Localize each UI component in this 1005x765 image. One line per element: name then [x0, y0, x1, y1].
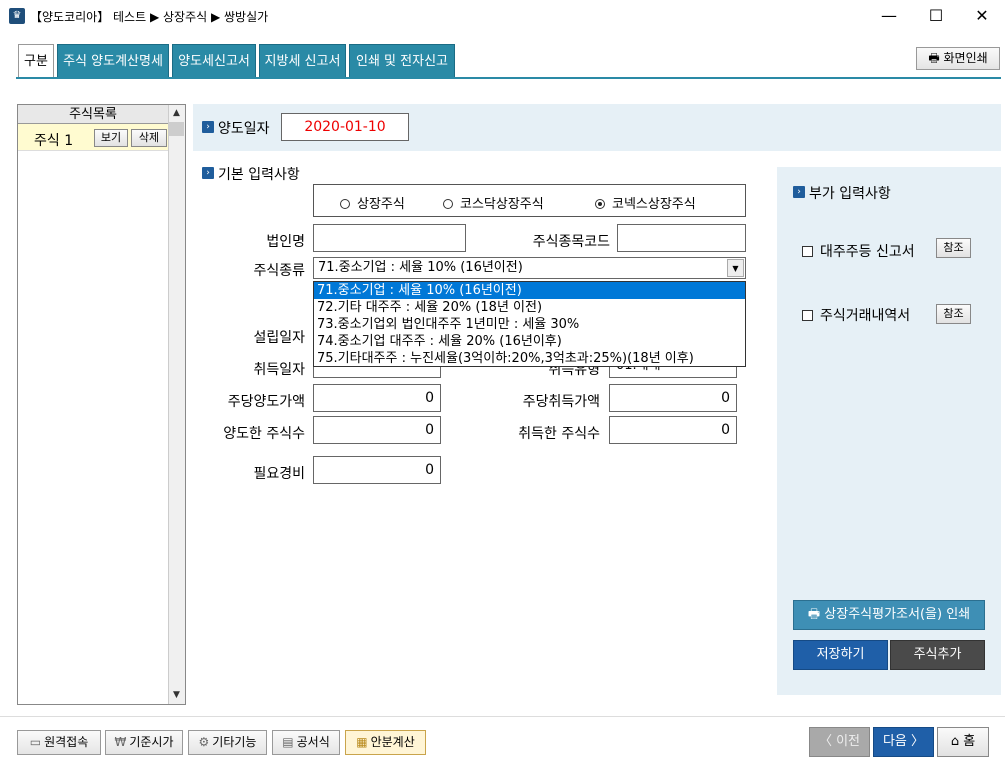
major-shareholder-checkbox[interactable]: 대주주등 신고서	[802, 241, 915, 261]
radio-listed-label: 상장주식	[357, 197, 405, 212]
printer-icon: 🖶	[928, 51, 944, 65]
radio-kosdaq[interactable]: 코스닥상장주식	[443, 193, 544, 212]
tab-stock-calc[interactable]: 주식 양도계산명세	[57, 44, 169, 78]
prorate-button[interactable]: ▦ 안분계산	[345, 730, 426, 755]
stock-item-label: 주식 1	[34, 133, 74, 149]
stock-list-panel	[17, 104, 186, 705]
stock-list-header: 주식목록	[18, 105, 168, 124]
gear-icon: ⚙	[198, 735, 210, 749]
window-title: 【양도코리아】 테스트 ▶ 상장주식 ▶ 쌍방실가	[30, 10, 269, 24]
dropdown-option[interactable]: 75.기타대주주 : 누진세율(3억이하:20%,3억초과:25%)(18년 이…	[314, 350, 745, 367]
prev-button[interactable]: 〈 이전	[809, 727, 870, 757]
scroll-thumb[interactable]	[169, 122, 184, 136]
shares-transferred-label: 양도한 주식수	[223, 426, 305, 442]
radio-icon	[340, 199, 350, 209]
section-arrow-icon: ›	[202, 121, 214, 133]
won-icon: ₩	[114, 735, 127, 749]
acquire-date-label: 취득일자	[253, 362, 305, 378]
print-screen-label: 화면인쇄	[943, 51, 988, 65]
stock-code-input[interactable]	[617, 224, 746, 252]
printer-icon: 🖶	[807, 607, 825, 622]
calculator-icon: ▦	[356, 735, 368, 749]
print-screen-button[interactable]: 🖶 화면인쇄	[916, 47, 1000, 70]
base-price-label: 기준시가	[129, 735, 174, 749]
additional-section-title: 부가 입력사항	[809, 186, 891, 202]
dropdown-option[interactable]: 71.중소기업 : 세율 10% (16년이전)	[314, 282, 745, 299]
home-button[interactable]: ⌂ 홈	[937, 727, 989, 757]
stock-code-label: 주식종목코드	[532, 234, 610, 250]
dropdown-option[interactable]: 74.중소기업 대주주 : 세율 20% (16년이후)	[314, 333, 745, 350]
tab-category[interactable]: 구분	[18, 44, 54, 78]
shares-acquired-input[interactable]: 0	[609, 416, 737, 444]
per-share-acquire-label: 주당취득가액	[522, 394, 600, 410]
shares-transferred-input[interactable]: 0	[313, 416, 441, 444]
per-share-transfer-label: 주당양도가액	[227, 394, 305, 410]
section-arrow-icon: ›	[793, 186, 805, 198]
close-button[interactable]: ✕	[959, 0, 1005, 32]
ref-button[interactable]: 참조	[936, 304, 971, 324]
prorate-label: 안분계산	[370, 735, 415, 749]
per-share-acquire-input[interactable]: 0	[609, 384, 737, 412]
scrollbar[interactable]	[168, 105, 185, 704]
radio-kosdaq-label: 코스닥상장주식	[460, 197, 544, 212]
major-shareholder-label: 대주주등 신고서	[820, 244, 915, 260]
checkbox-icon	[802, 310, 813, 321]
scroll-down-icon[interactable]: ▼	[168, 687, 185, 704]
remote-label: 원격접속	[44, 735, 89, 749]
radio-selected-icon	[595, 199, 605, 209]
corp-name-input[interactable]	[313, 224, 466, 252]
radio-listed[interactable]: 상장주식	[340, 193, 405, 212]
dropdown-option[interactable]: 72.기타 대주주 : 세율 20% (18년 이전)	[314, 299, 745, 316]
other-functions-button[interactable]: ⚙ 기타기능	[188, 730, 267, 755]
scroll-up-icon[interactable]: ▲	[168, 105, 185, 122]
chevron-down-icon[interactable]: ▼	[727, 259, 744, 277]
shares-acquired-label: 취득한 주식수	[518, 426, 600, 442]
formula-label: 공서식	[296, 735, 330, 749]
transfer-date-label: 양도일자	[218, 121, 270, 137]
base-price-button[interactable]: ₩ 기준시가	[105, 730, 183, 755]
section-arrow-icon: ›	[202, 167, 214, 179]
document-icon: ▤	[282, 735, 294, 749]
next-button[interactable]: 다음 〉	[873, 727, 934, 757]
ref-button[interactable]: 참조	[936, 238, 971, 258]
add-stock-button[interactable]: 주식추가	[890, 640, 985, 670]
app-icon: ♛	[9, 8, 25, 24]
monitor-icon: ▭	[29, 735, 42, 749]
remote-access-button[interactable]: ▭ 원격접속	[17, 730, 101, 755]
radio-icon	[443, 199, 453, 209]
save-button[interactable]: 저장하기	[793, 640, 888, 670]
other-label: 기타기능	[212, 735, 257, 749]
expenses-label: 필요경비	[253, 466, 305, 482]
delete-button[interactable]: 삭제	[131, 129, 167, 147]
view-button[interactable]: 보기	[94, 129, 128, 147]
establish-date-label: 설립일자	[253, 330, 305, 346]
print-eval-label: 상장주식평가조서(을) 인쇄	[824, 607, 971, 622]
radio-konex-label: 코넥스상장주식	[612, 197, 696, 212]
stock-type-select[interactable]: 71.중소기업 : 세율 10% (16년이전)	[313, 257, 746, 279]
radio-konex[interactable]: 코넥스상장주식	[595, 193, 696, 212]
tab-tax-return[interactable]: 양도세신고서	[172, 44, 256, 78]
home-label: 홈	[963, 734, 976, 749]
trade-history-label: 주식거래내역서	[820, 308, 911, 324]
corp-name-label: 법인명	[266, 234, 305, 250]
dropdown-option[interactable]: 73.중소기업외 법인대주주 1년미만 : 세율 30%	[314, 316, 745, 333]
print-eval-button[interactable]: 🖶 상장주식평가조서(을) 인쇄	[793, 600, 985, 630]
trade-history-checkbox[interactable]: 주식거래내역서	[802, 305, 910, 325]
basic-section-title: 기본 입력사항	[218, 167, 300, 183]
maximize-button[interactable]: ☐	[913, 0, 959, 32]
tab-print-efile[interactable]: 인쇄 및 전자신고	[349, 44, 455, 78]
transfer-date-field[interactable]: 2020-01-10	[281, 113, 409, 141]
formula-button[interactable]: ▤ 공서식	[272, 730, 340, 755]
expenses-input[interactable]: 0	[313, 456, 441, 484]
tab-local-tax[interactable]: 지방세 신고서	[259, 44, 346, 78]
minimize-button[interactable]: —	[866, 0, 912, 32]
stock-type-label: 주식종류	[253, 263, 305, 279]
home-icon: ⌂	[950, 734, 964, 749]
tab-underline	[16, 77, 1001, 79]
per-share-transfer-input[interactable]: 0	[313, 384, 441, 412]
checkbox-icon	[802, 246, 813, 257]
